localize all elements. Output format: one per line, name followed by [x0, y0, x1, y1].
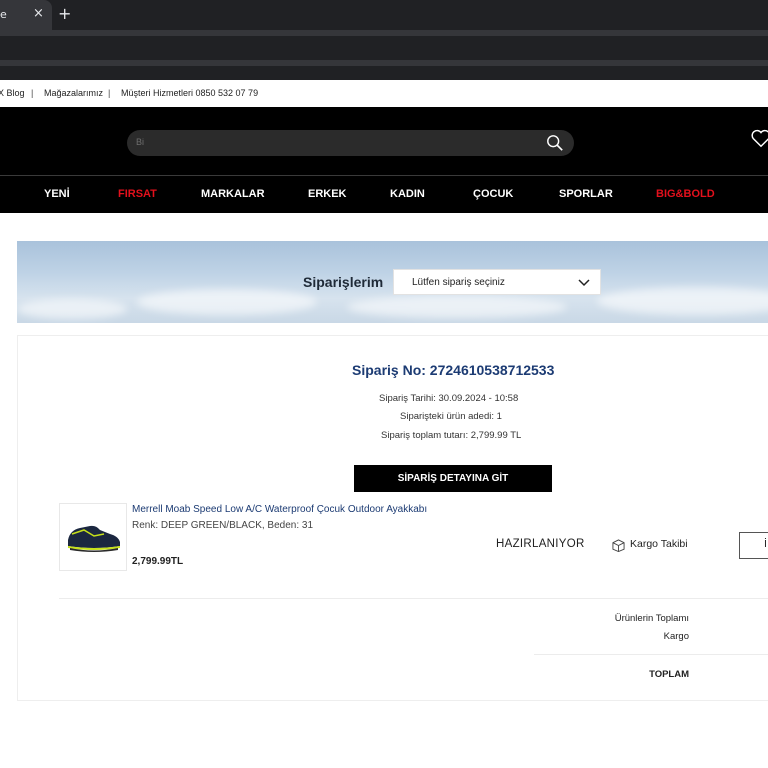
banner-cloud [347, 296, 567, 318]
divider [59, 598, 768, 599]
product-image[interactable] [59, 503, 127, 571]
nav-item-firsat[interactable]: FIRSAT [118, 188, 157, 200]
nav-item-sporlar[interactable]: SPORLAR [559, 188, 613, 200]
grand-total-label: TOPLAM [649, 669, 689, 680]
chevron-down-icon [578, 279, 590, 287]
order-date: Sipariş Tarihi: 30.09.2024 - 10:58 [379, 393, 519, 404]
product-price: 2,799.99TL [132, 556, 184, 567]
order-select-value: Lütfen sipariş seçiniz [412, 277, 505, 288]
site-header: Bi [0, 107, 768, 175]
shoe-icon [68, 525, 120, 552]
order-item-count: Siparişteki ürün adedi: 1 [400, 411, 502, 422]
customer-service-link[interactable]: Müşteri Hizmetleri 0850 532 07 79 [121, 88, 258, 98]
tab-close-icon[interactable]: × [33, 6, 44, 21]
order-status: HAZIRLANIYOR [496, 538, 585, 550]
blog-link[interactable]: X Blog [0, 88, 25, 98]
nav-item-yeni[interactable]: YENİ [44, 188, 70, 200]
box-icon [612, 539, 625, 552]
nav-item-erkek[interactable]: ERKEK [308, 188, 347, 200]
order-action-button[interactable]: İ [739, 532, 768, 559]
tab-title: e [0, 8, 7, 21]
nav-item-kadin[interactable]: KADIN [390, 188, 425, 200]
new-tab-icon[interactable]: + [58, 4, 71, 23]
order-card: Sipariş No: 2724610538712533 Sipariş Tar… [17, 335, 768, 701]
search-placeholder: Bi [136, 137, 145, 147]
product-name-link[interactable]: Merrell Moab Speed Low A/C Waterproof Ço… [132, 504, 427, 515]
main-nav: YENİ FIRSAT MARKALAR ERKEK KADIN ÇOCUK S… [0, 175, 768, 213]
banner-cloud [137, 289, 317, 315]
search-icon[interactable] [546, 134, 564, 152]
browser-toolbar [0, 30, 768, 66]
browser-tabstrip: e × + [0, 0, 768, 30]
topbar-separator: | [31, 88, 34, 98]
order-number: Sipariş No: 2724610538712533 [352, 362, 555, 378]
nav-item-bigbold[interactable]: BIG&BOLD [656, 188, 715, 200]
address-bar[interactable] [0, 36, 768, 60]
orders-banner: Siparişlerim Lütfen sipariş seçiniz [17, 241, 768, 323]
order-total-amount: Sipariş toplam tutarı: 2,799.99 TL [381, 430, 522, 441]
page-title: Siparişlerim [303, 274, 384, 290]
order-detail-button[interactable]: SİPARİŞ DETAYINA GİT [354, 465, 552, 492]
banner-cloud [597, 287, 768, 315]
products-total-label: Ürünlerin Toplamı [614, 613, 689, 624]
heart-icon[interactable] [750, 127, 768, 149]
cargo-tracking-label: Kargo Takibi [630, 538, 688, 550]
topbar-separator: | [108, 88, 111, 98]
nav-item-cocuk[interactable]: ÇOCUK [473, 188, 513, 200]
product-variant: Renk: DEEP GREEN/BLACK, Beden: 31 [132, 520, 314, 531]
bookmark-bar [0, 66, 768, 80]
banner-cloud [17, 299, 127, 319]
stores-link[interactable]: Mağazalarımız [44, 88, 103, 98]
search-input[interactable]: Bi [127, 130, 574, 156]
nav-item-markalar[interactable]: MARKALAR [201, 188, 265, 200]
divider [534, 654, 768, 655]
browser-tab[interactable]: e × [0, 0, 52, 30]
order-select[interactable]: Lütfen sipariş seçiniz [393, 269, 601, 295]
utility-topbar: X Blog | Mağazalarımız | Müşteri Hizmetl… [0, 80, 768, 107]
order-action-label: İ [764, 539, 767, 550]
cargo-label: Kargo [663, 631, 689, 642]
